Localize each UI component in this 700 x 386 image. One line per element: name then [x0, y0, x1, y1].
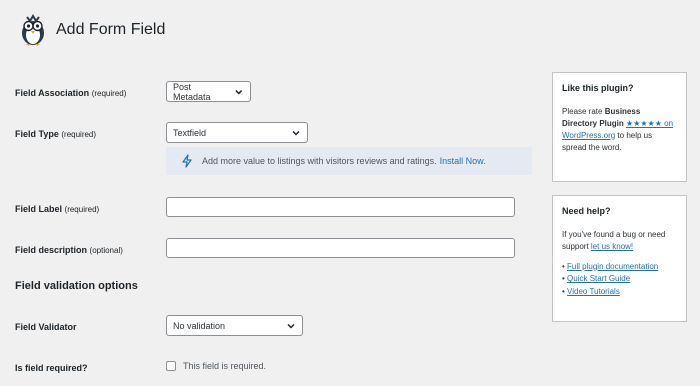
like-text-before: Please rate — [562, 106, 605, 116]
required-checkbox-row[interactable]: This field is required. — [166, 361, 266, 371]
is-required-label-text: Is field required? — [15, 363, 88, 373]
field-association-label-text: Field Association — [15, 88, 90, 98]
list-item: • Video Tutorials — [562, 286, 677, 299]
need-help-text: If you've found a bug or need support le… — [562, 229, 677, 253]
field-type-label: Field Type (required) — [15, 129, 96, 139]
chevron-down-icon — [292, 130, 300, 136]
need-help-title: Need help? — [562, 206, 611, 216]
required-checkbox[interactable] — [166, 361, 176, 371]
install-now-link[interactable]: Install Now. — [440, 156, 486, 166]
required-hint: (required) — [64, 205, 100, 214]
field-validator-label-text: Field Validator — [15, 322, 77, 332]
list-item: • Full plugin documentation — [562, 261, 677, 274]
chevron-down-icon — [235, 89, 243, 94]
chevron-down-icon — [287, 323, 295, 329]
required-hint: (required) — [91, 89, 127, 98]
lightning-bolt-icon — [182, 154, 192, 168]
like-plugin-title: Like this plugin? — [562, 83, 634, 93]
need-help-box: Need help? If you've found a bug or need… — [552, 195, 687, 322]
field-description-label: Field description (optional) — [15, 245, 123, 255]
page-header: Add Form Field — [18, 13, 165, 47]
list-bullet: • — [562, 287, 565, 297]
field-validator-select[interactable]: No validation — [166, 315, 303, 336]
field-label-label-text: Field Label — [15, 204, 63, 214]
like-plugin-box: Like this plugin? Please rate Business D… — [552, 72, 687, 182]
field-validator-label: Field Validator — [15, 322, 77, 332]
let-us-know-link[interactable]: let us know! — [591, 242, 633, 251]
field-description-input[interactable] — [166, 238, 515, 258]
field-label-input[interactable] — [166, 197, 515, 217]
optional-hint: (optional) — [89, 246, 123, 255]
upsell-notice: Add more value to listings with visitors… — [166, 147, 532, 175]
page-title: Add Form Field — [56, 21, 166, 38]
video-tutorials-link[interactable]: Video Tutorials — [567, 287, 620, 296]
list-bullet: • — [562, 274, 565, 284]
quick-start-guide-link[interactable]: Quick Start Guide — [567, 274, 630, 283]
required-checkbox-label[interactable]: This field is required. — [183, 361, 266, 371]
field-association-select[interactable]: Post Metadata — [166, 81, 251, 102]
validation-section-title: Field validation options — [15, 280, 138, 292]
full-documentation-link[interactable]: Full plugin documentation — [567, 262, 658, 271]
list-bullet: • — [562, 261, 565, 271]
plugin-logo-icon — [22, 14, 44, 46]
field-association-label: Field Association (required) — [15, 88, 126, 98]
field-label-label: Field Label (required) — [15, 204, 99, 214]
field-type-select[interactable]: Textfield — [166, 122, 308, 143]
list-item: • Quick Start Guide — [562, 273, 677, 286]
is-required-label: Is field required? — [15, 363, 88, 373]
field-description-label-text: Field description — [15, 245, 88, 255]
field-type-label-text: Field Type — [15, 129, 59, 139]
field-type-value: Textfield — [173, 127, 207, 138]
upsell-text: Add more value to listings with visitors… — [202, 156, 437, 166]
like-plugin-text: Please rate Business Directory Plugin ★★… — [562, 106, 677, 154]
rating-stars-icon: ★★★★★ — [626, 118, 662, 128]
help-links-list: • Full plugin documentation • Quick Star… — [562, 261, 677, 299]
required-hint: (required) — [61, 130, 97, 139]
field-validator-value: No validation — [173, 320, 226, 331]
field-association-value: Post Metadata — [173, 81, 211, 102]
